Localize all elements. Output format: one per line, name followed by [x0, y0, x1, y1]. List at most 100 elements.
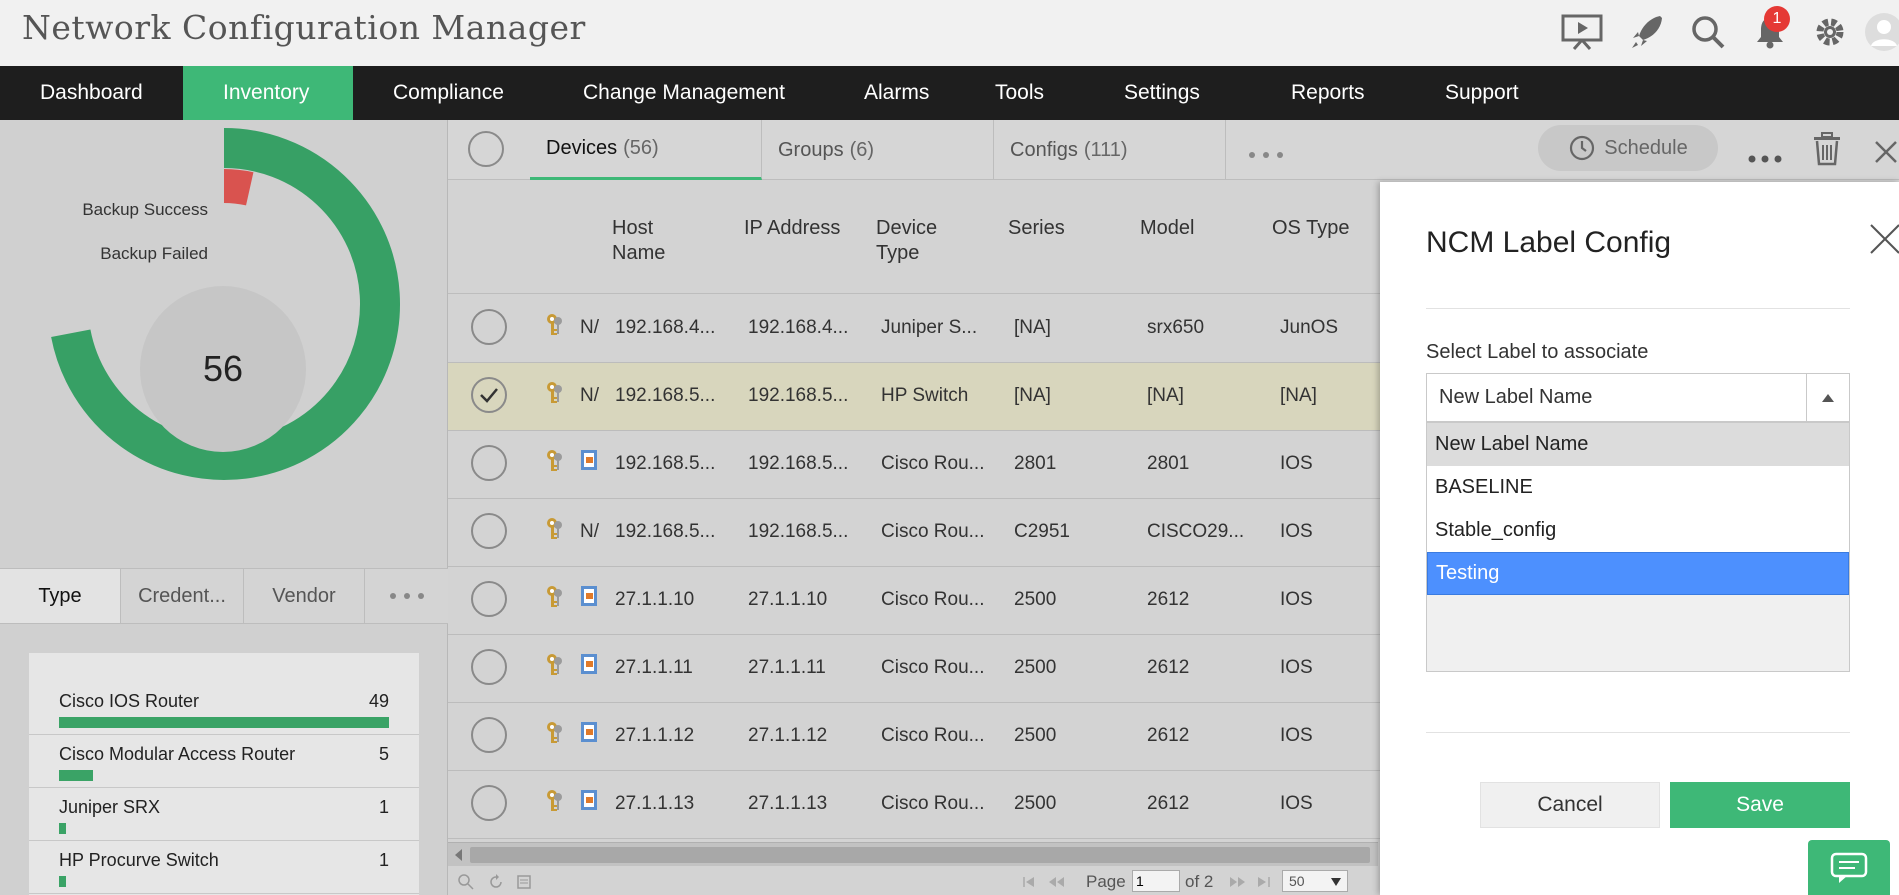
row-radio-checked[interactable]	[471, 377, 507, 413]
chat-icon	[1830, 852, 1868, 883]
search-icon[interactable]	[1686, 10, 1730, 54]
cell-series: 2500	[1014, 657, 1057, 678]
list-item[interactable]: HP Procurve Switch 1	[29, 841, 419, 894]
presentation-icon[interactable]	[1560, 10, 1604, 54]
type-bar	[59, 823, 66, 834]
nav-dashboard[interactable]: Dashboard	[0, 66, 183, 120]
divider	[1426, 732, 1850, 733]
next-page-icon[interactable]	[1228, 876, 1246, 888]
nav-settings[interactable]: Settings	[1084, 66, 1251, 120]
nav-inventory[interactable]: Inventory	[183, 66, 353, 120]
row-radio[interactable]	[471, 581, 507, 617]
label-select[interactable]: New Label Name	[1426, 373, 1850, 422]
select-all-radio[interactable]	[468, 131, 504, 167]
nav-alarms[interactable]: Alarms	[824, 66, 955, 120]
tab-vendor[interactable]: Vendor	[244, 569, 365, 623]
avatar-icon[interactable]	[1862, 10, 1899, 54]
col-device-type[interactable]: Device Type	[876, 216, 937, 266]
cell-host[interactable]: 27.1.1.10	[615, 589, 694, 611]
trash-icon[interactable]	[1812, 132, 1842, 171]
cell-host[interactable]: 192.168.5...	[615, 385, 715, 407]
nav-reports[interactable]: Reports	[1251, 66, 1405, 120]
col-model[interactable]: Model	[1140, 216, 1194, 241]
dropdown-option[interactable]: BASELINE	[1427, 466, 1849, 509]
prev-page-icon[interactable]	[1048, 876, 1066, 888]
scroll-left-icon[interactable]	[454, 849, 464, 861]
nav-compliance[interactable]: Compliance	[353, 66, 543, 120]
list-item[interactable]: Cisco Modular Access Router 5	[29, 735, 419, 788]
nav-change-management[interactable]: Change Management	[543, 66, 824, 120]
cell-host[interactable]: 27.1.1.12	[615, 725, 694, 747]
schedule-label: Schedule	[1604, 136, 1688, 159]
row-radio[interactable]	[471, 445, 507, 481]
first-page-icon[interactable]	[1022, 876, 1040, 888]
label-select-value: New Label Name	[1439, 386, 1593, 408]
chevron-up-icon[interactable]	[1806, 374, 1849, 421]
gear-icon[interactable]	[1808, 10, 1852, 54]
rocket-icon[interactable]	[1625, 10, 1669, 54]
search-icon[interactable]	[458, 874, 474, 890]
per-page-value: 50	[1289, 873, 1305, 889]
dropdown-option-highlighted[interactable]: Testing	[1427, 552, 1849, 595]
col-host-name[interactable]: Host Name	[612, 216, 665, 266]
cell-ip: 27.1.1.11	[748, 657, 826, 678]
cell-host[interactable]: 27.1.1.11	[615, 657, 693, 679]
col-series[interactable]: Series	[1008, 216, 1065, 241]
more-actions-icon[interactable]	[1748, 150, 1782, 168]
cancel-button[interactable]: Cancel	[1480, 782, 1660, 828]
select-label-caption: Select Label to associate	[1426, 341, 1649, 363]
page-number-input[interactable]	[1132, 870, 1180, 892]
scroll-thumb[interactable]	[470, 847, 1370, 863]
more-dots-icon[interactable]	[365, 569, 448, 623]
row-radio[interactable]	[471, 785, 507, 821]
more-tabs-icon[interactable]	[1248, 146, 1284, 164]
cell-model: 2612	[1147, 793, 1190, 814]
refresh-icon[interactable]	[488, 874, 504, 890]
col-ip-address[interactable]: IP Address	[744, 216, 840, 241]
cell-host[interactable]: 192.168.4...	[615, 317, 715, 339]
tab-configs[interactable]: Configs (111)	[994, 120, 1226, 180]
cell-model: srx650	[1147, 317, 1205, 338]
cell-device-type: Cisco Rou...	[881, 657, 985, 678]
donut-label-failed: Backup Failed	[100, 244, 208, 263]
close-icon[interactable]	[1868, 222, 1899, 262]
credential-key-icon	[544, 312, 564, 338]
close-panel-icon[interactable]	[1874, 140, 1898, 169]
tab-devices[interactable]: Devices (56)	[530, 120, 762, 180]
export-icon[interactable]	[516, 874, 532, 890]
tab-configs-label: Configs	[1010, 138, 1078, 161]
per-page-select[interactable]: 50	[1282, 870, 1348, 892]
list-item[interactable]: Juniper SRX 1	[29, 788, 419, 841]
list-item[interactable]: Cisco IOS Router 49	[29, 682, 419, 735]
tab-credentials[interactable]: Credent...	[121, 569, 244, 623]
row-radio[interactable]	[471, 309, 507, 345]
horizontal-scrollbar[interactable]	[448, 842, 1378, 866]
row-radio[interactable]	[471, 649, 507, 685]
row-radio[interactable]	[471, 717, 507, 753]
row-radio[interactable]	[471, 513, 507, 549]
donut-total: 56	[140, 286, 306, 452]
type-count: 49	[368, 691, 389, 711]
cell-host[interactable]: 192.168.5...	[615, 453, 715, 475]
dropdown-option[interactable]: Stable_config	[1427, 509, 1849, 552]
cell-host[interactable]: 192.168.5...	[615, 521, 715, 543]
cell-model: 2801	[1147, 453, 1190, 474]
cell-model: 2612	[1147, 657, 1190, 678]
chat-button[interactable]	[1808, 840, 1890, 895]
cell-host[interactable]: 27.1.1.13	[615, 793, 694, 815]
nav-tools[interactable]: Tools	[955, 66, 1084, 120]
cell-os: IOS	[1280, 589, 1313, 610]
last-page-icon[interactable]	[1254, 876, 1272, 888]
nav-support[interactable]: Support	[1405, 66, 1555, 120]
tab-type[interactable]: Type	[0, 569, 121, 623]
type-bar	[59, 770, 93, 781]
cell-os: JunOS	[1280, 317, 1339, 338]
cell-series: 2500	[1014, 589, 1057, 610]
cell-os: IOS	[1280, 453, 1313, 474]
dropdown-option[interactable]: New Label Name	[1427, 423, 1849, 466]
tab-groups[interactable]: Groups (6)	[762, 120, 994, 180]
bell-icon[interactable]: 1	[1748, 6, 1792, 54]
col-os-type[interactable]: OS Type	[1272, 216, 1349, 241]
save-button[interactable]: Save	[1670, 782, 1850, 828]
schedule-button[interactable]: Schedule	[1538, 125, 1718, 171]
